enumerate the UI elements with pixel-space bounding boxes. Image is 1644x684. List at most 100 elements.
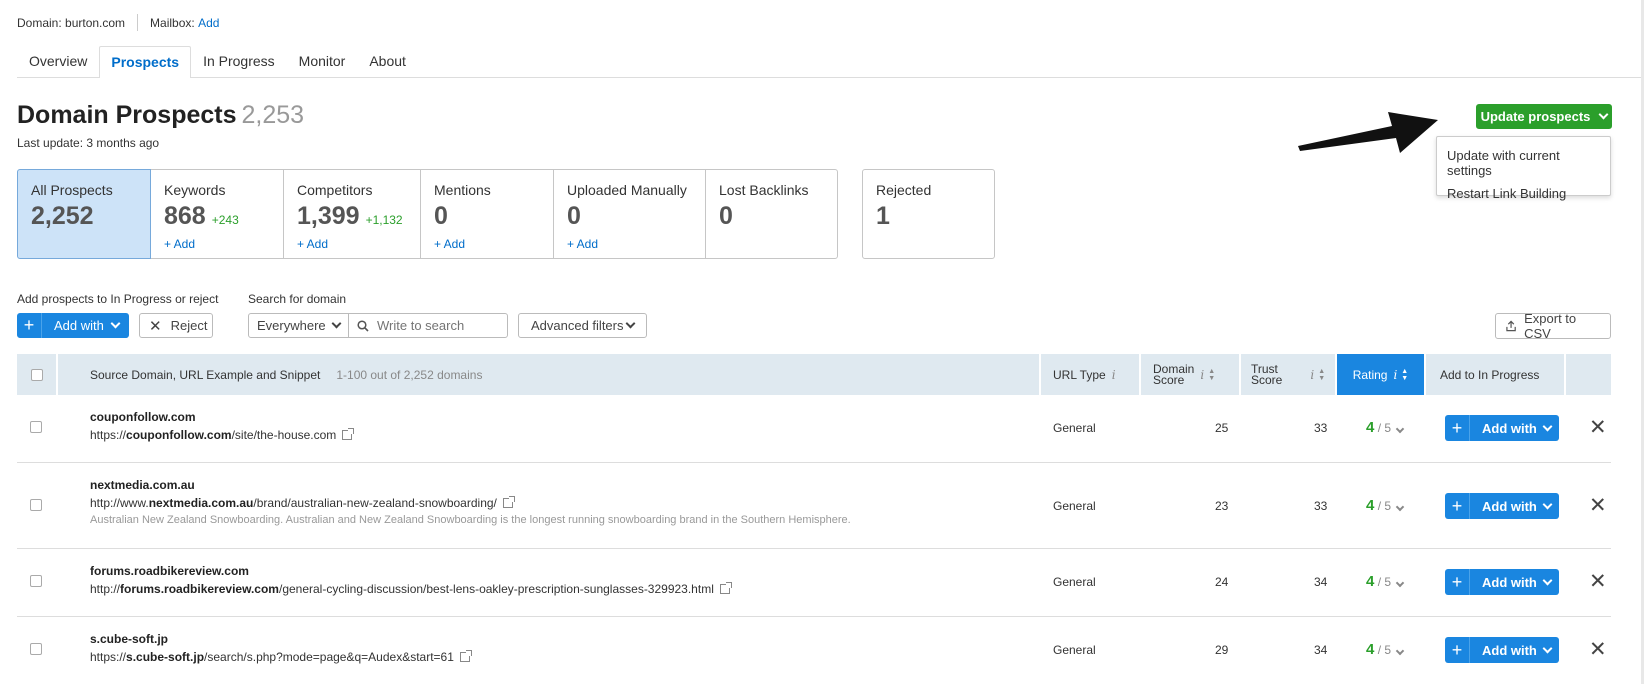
row-url-type: General [1053, 575, 1096, 589]
search-icon [357, 319, 369, 332]
search-input[interactable] [377, 318, 497, 333]
pointer-arrow-icon [1298, 112, 1438, 153]
card-add-link[interactable]: + Add [567, 237, 692, 251]
card-keywords[interactable]: Keywords 868 +243 + Add [150, 169, 284, 259]
row-checkbox[interactable] [30, 499, 42, 511]
add-with-bulk-button[interactable]: + Add with [17, 313, 129, 338]
row-rating-select[interactable]: 4 / 5 [1366, 497, 1405, 514]
row-rating-select[interactable]: 4 / 5 [1366, 419, 1405, 436]
card-add-link[interactable]: + Add [434, 237, 540, 251]
info-icon[interactable]: i [1200, 368, 1204, 382]
reject-button[interactable]: ✕ Reject [139, 313, 213, 338]
row-url-link[interactable]: http://forums.roadbikereview.com/general… [90, 582, 732, 596]
chevron-down-icon [1396, 502, 1405, 512]
card-value: 0 [719, 202, 733, 230]
reject-row-icon[interactable]: ✕ [1589, 569, 1607, 594]
menu-item-restart[interactable]: Restart Link Building [1437, 182, 1610, 205]
export-csv-button[interactable]: Export to CSV [1495, 311, 1611, 341]
row-url-link[interactable]: https://couponfollow.com/site/the-house.… [90, 428, 355, 442]
row-rating-select[interactable]: 4 / 5 [1366, 641, 1405, 658]
tab-prospects[interactable]: Prospects [99, 46, 192, 78]
row-add-with-button[interactable]: + Add with [1445, 569, 1559, 595]
plus-icon[interactable]: + [1445, 569, 1470, 595]
row-trust-score: 34 [1314, 643, 1328, 657]
card-delta: +1,132 [365, 213, 403, 227]
card-value: 0 [434, 202, 448, 230]
add-with-dropdown[interactable]: Add with [1470, 499, 1559, 514]
external-link-icon[interactable] [502, 496, 515, 508]
row-add-with-button[interactable]: + Add with [1445, 637, 1559, 663]
mailbox-add-link[interactable]: Add [198, 16, 219, 30]
info-icon[interactable]: i [1393, 368, 1397, 382]
card-uploaded-manually[interactable]: Uploaded Manually 0 + Add [553, 169, 706, 259]
chevron-down-icon [1396, 424, 1405, 434]
chevron-down-icon [1542, 499, 1553, 509]
tab-about[interactable]: About [357, 45, 418, 78]
row-url-type: General [1053, 643, 1096, 657]
reject-row-icon[interactable]: ✕ [1589, 493, 1607, 518]
plus-icon[interactable]: + [1445, 415, 1470, 441]
select-all-checkbox[interactable] [30, 368, 43, 381]
th-domain-score[interactable]: Domain Score i ▲ ▼ [1141, 354, 1241, 395]
row-add-with-button[interactable]: + Add with [1445, 493, 1559, 519]
row-add-with-button[interactable]: + Add with [1445, 415, 1559, 441]
table-row: nextmedia.com.au http://www.nextmedia.co… [17, 463, 1611, 549]
card-value: 0 [567, 202, 581, 230]
th-rating[interactable]: Rating i ▲ ▼ [1337, 354, 1426, 395]
sort-icon[interactable]: ▲ ▼ [1401, 368, 1408, 382]
add-with-dropdown[interactable]: Add with [1470, 421, 1559, 436]
divider [137, 14, 139, 31]
add-with-dropdown[interactable]: Add with [42, 318, 129, 333]
search-box[interactable] [348, 313, 508, 338]
th-trust-score-label: Trust Score [1251, 361, 1283, 387]
row-checkbox[interactable] [30, 421, 42, 433]
external-link-icon[interactable] [719, 582, 732, 594]
info-icon[interactable]: i [1112, 368, 1116, 382]
row-checkbox[interactable] [30, 643, 42, 655]
card-label: Mentions [434, 182, 491, 198]
th-url-type[interactable]: URL Type i [1041, 354, 1141, 395]
card-add-link[interactable]: + Add [297, 237, 407, 251]
chevron-down-icon [1542, 421, 1553, 431]
reject-row-icon[interactable]: ✕ [1589, 415, 1607, 440]
chevron-down-icon [1598, 109, 1609, 120]
card-competitors[interactable]: Competitors 1,399 +1,132 + Add [283, 169, 421, 259]
search-scope-select[interactable]: Everywhere [248, 313, 349, 338]
th-source-label: Source Domain, URL Example and Snippet [90, 367, 321, 382]
add-with-label: Add with [54, 318, 104, 333]
plus-icon[interactable]: + [1445, 637, 1470, 663]
card-lost-backlinks[interactable]: Lost Backlinks 0 [705, 169, 838, 259]
card-add-link[interactable]: + Add [164, 237, 270, 251]
advanced-filters-button[interactable]: Advanced filters [518, 313, 647, 338]
chevron-down-icon [110, 318, 121, 329]
card-value: 868 [164, 202, 206, 230]
row-url-link[interactable]: http://www.nextmedia.com.au/brand/austra… [90, 496, 515, 510]
sort-icon[interactable]: ▲ ▼ [1318, 368, 1325, 382]
card-label: Competitors [297, 182, 373, 198]
info-icon[interactable]: i [1310, 368, 1314, 382]
card-mentions[interactable]: Mentions 0 + Add [420, 169, 554, 259]
reject-row-icon[interactable]: ✕ [1589, 637, 1607, 662]
plus-icon[interactable]: + [1445, 493, 1470, 519]
card-rejected[interactable]: Rejected 1 [862, 169, 995, 259]
scope-value: Everywhere [257, 318, 326, 333]
update-prospects-button[interactable]: Update prospects [1476, 104, 1612, 129]
row-snippet: Australian New Zealand Snowboarding. Aus… [90, 514, 851, 526]
tab-in-progress[interactable]: In Progress [191, 45, 287, 78]
external-link-icon[interactable] [459, 650, 472, 662]
row-url-link[interactable]: https://s.cube-soft.jp/search/s.php?mode… [90, 650, 472, 664]
row-rating-select[interactable]: 4 / 5 [1366, 573, 1405, 590]
external-link-icon[interactable] [342, 428, 355, 440]
menu-item-update-current[interactable]: Update with current settings [1437, 144, 1610, 182]
update-dropdown-menu: Update with current settings Restart Lin… [1436, 136, 1611, 201]
add-with-dropdown[interactable]: Add with [1470, 575, 1559, 590]
plus-icon[interactable]: + [17, 313, 42, 338]
tab-overview[interactable]: Overview [17, 45, 99, 78]
row-checkbox[interactable] [30, 575, 42, 587]
sort-icon[interactable]: ▲ ▼ [1208, 368, 1215, 382]
th-add: Add to In Progress [1426, 354, 1566, 395]
card-all-prospects[interactable]: All Prospects 2,252 [17, 169, 151, 259]
tab-monitor[interactable]: Monitor [287, 45, 358, 78]
th-trust-score[interactable]: Trust Score i ▲ ▼ [1241, 354, 1337, 395]
add-with-dropdown[interactable]: Add with [1470, 643, 1559, 658]
